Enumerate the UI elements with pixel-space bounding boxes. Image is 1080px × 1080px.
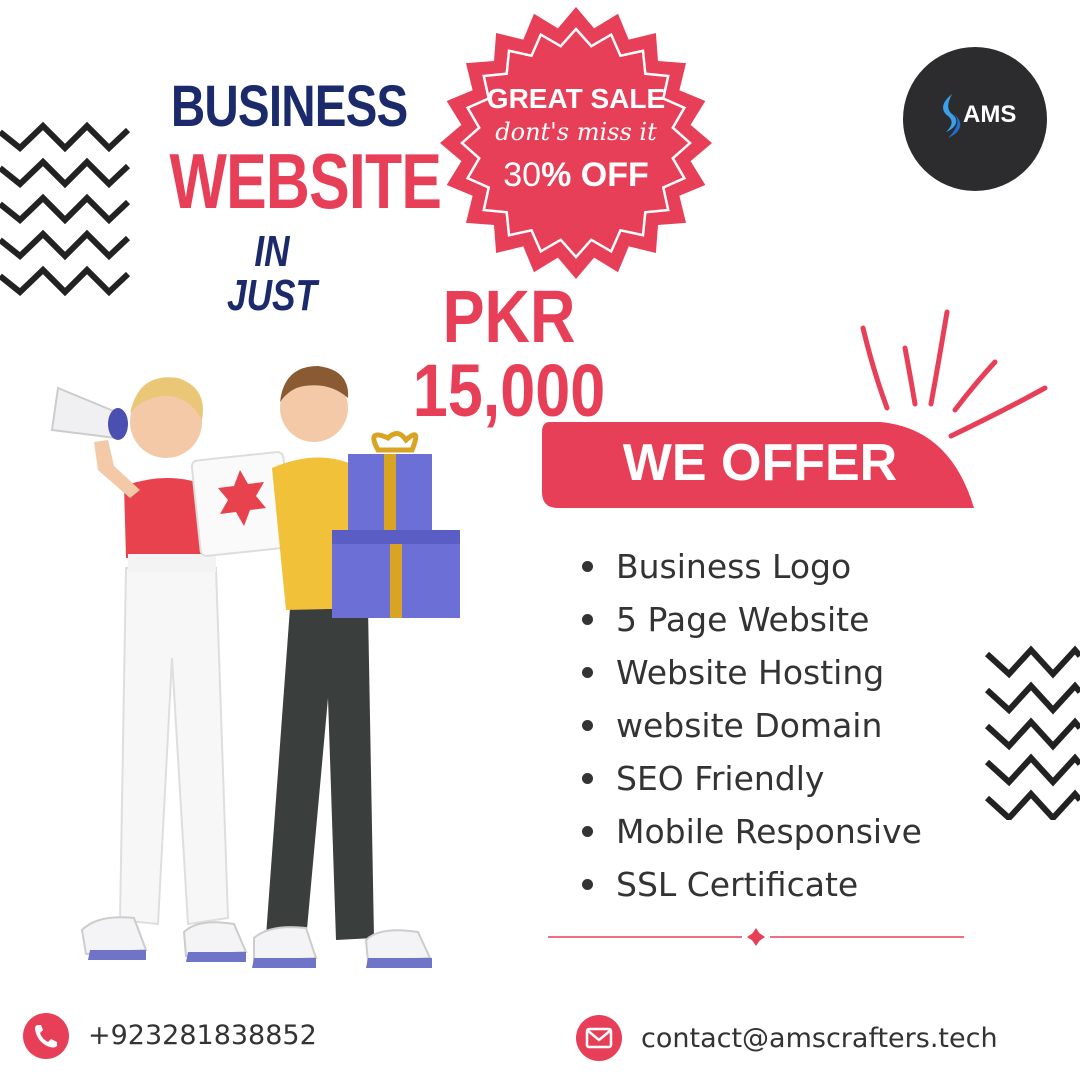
bullet-icon: [582, 667, 593, 678]
headline-in-just: IN JUST: [227, 227, 317, 320]
ornament-divider: [548, 928, 964, 946]
offer-item-label: Website Hosting: [616, 653, 885, 692]
bullet-icon: [582, 561, 593, 572]
offer-list: Business Logo 5 Page Website Website Hos…: [582, 540, 922, 911]
offer-item-label: website Domain: [616, 706, 883, 745]
flame-icon: [943, 94, 961, 138]
badge-discount-number: 30: [503, 156, 542, 194]
badge-discount-suffix: % OFF: [541, 156, 649, 194]
headline-business: BUSINESS: [170, 74, 408, 139]
list-item: SEO Friendly: [582, 752, 922, 805]
offer-item-label: SEO Friendly: [616, 759, 825, 798]
list-item: Website Hosting: [582, 646, 922, 699]
bullet-icon: [582, 879, 593, 890]
brand-logo-text: AMS: [963, 101, 1017, 128]
offer-item-label: Business Logo: [616, 547, 852, 586]
bullet-icon: [582, 826, 593, 837]
zigzag-decoration-left: [0, 121, 130, 297]
phone-number[interactable]: +923281838852: [88, 1022, 317, 1049]
mail-icon: [576, 1015, 622, 1061]
people-illustration: [50, 366, 460, 968]
bullet-icon: [582, 773, 593, 784]
badge-subtitle: dont's miss it: [495, 118, 657, 146]
bullet-icon: [582, 720, 593, 731]
offer-item-label: SSL Certificate: [616, 865, 859, 904]
offer-item-label: 5 Page Website: [616, 600, 870, 639]
list-item: website Domain: [582, 699, 922, 752]
zigzag-decoration-right: [985, 645, 1080, 820]
phone-icon: [23, 1013, 69, 1059]
badge-discount: 30% OFF: [460, 156, 692, 195]
offer-item-label: Mobile Responsive: [616, 812, 922, 851]
bullet-icon: [582, 614, 593, 625]
list-item: SSL Certificate: [582, 858, 922, 911]
list-item: Mobile Responsive: [582, 805, 922, 858]
list-item: 5 Page Website: [582, 593, 922, 646]
email-address[interactable]: contact@amscrafters.tech: [641, 1025, 998, 1052]
badge-title: GREAT SALE: [486, 83, 666, 114]
offer-title: WE OFFER: [622, 434, 898, 492]
headline-website: WEBSITE: [169, 137, 442, 225]
list-item: Business Logo: [582, 540, 922, 593]
